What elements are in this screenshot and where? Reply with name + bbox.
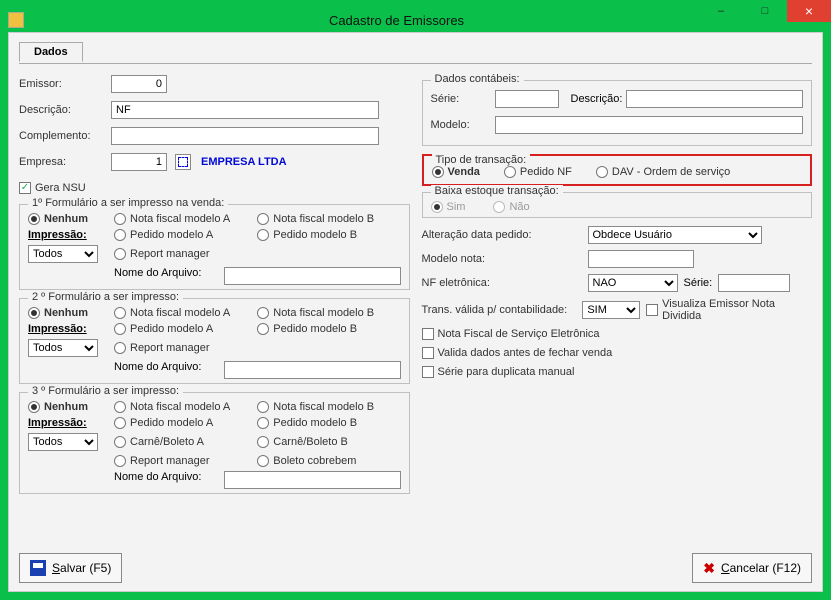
modelo-label: Modelo:: [431, 119, 491, 131]
fs3-pa[interactable]: Pedido modelo A: [114, 417, 250, 429]
fs1-rm[interactable]: Report manager: [114, 248, 250, 260]
nfe-label: NF eletrônica:: [422, 277, 582, 289]
descricao-input[interactable]: [111, 101, 379, 119]
fs3-rm[interactable]: Report manager: [114, 455, 250, 467]
fs3-ca[interactable]: Carnê/Boleto A: [114, 436, 250, 448]
fs2-pb[interactable]: Pedido modelo B: [257, 323, 393, 335]
fs2-impressao-label: Impressão:: [28, 323, 114, 335]
baixa-nao: Não: [493, 201, 529, 213]
complemento-label: Complemento:: [19, 130, 107, 142]
modelo-nota-input[interactable]: [588, 250, 694, 268]
descricao-label: Descrição:: [19, 104, 107, 116]
fs1-nfa[interactable]: Nota fiscal modelo A: [114, 213, 250, 225]
fs3-impressao-label: Impressão:: [28, 417, 114, 429]
visualiza-emissor-checkbox[interactable]: Visualiza Emissor Nota Dividida: [646, 298, 812, 322]
fs3-impressao-select[interactable]: Todos: [28, 433, 98, 451]
fs1-nfb[interactable]: Nota fiscal modelo B: [257, 213, 393, 225]
maximize-button[interactable]: □: [743, 0, 787, 22]
fs2-nenhum[interactable]: Nenhum: [28, 307, 114, 319]
nfs-eletronica-checkbox[interactable]: Nota Fiscal de Serviço Eletrônica: [422, 328, 600, 340]
minimize-button[interactable]: –: [699, 0, 743, 22]
tipo-dav[interactable]: DAV - Ordem de serviço: [596, 166, 730, 178]
empresa-label: Empresa:: [19, 156, 107, 168]
gera-nsu-checkbox[interactable]: Gera NSU: [19, 182, 86, 194]
fs2-rm[interactable]: Report manager: [114, 342, 250, 354]
fs3-bc[interactable]: Boleto cobrebem: [257, 455, 393, 467]
fs3-nfb[interactable]: Nota fiscal modelo B: [257, 401, 393, 413]
valida-dados-checkbox[interactable]: Valida dados antes de fechar venda: [422, 347, 613, 359]
formulario1-group: 1º Formulário a ser impresso na venda: N…: [19, 204, 410, 290]
close-button[interactable]: ×: [787, 0, 831, 22]
serie-label: Série:: [431, 93, 491, 105]
salvar-button[interactable]: Salvar (F5): [19, 553, 122, 583]
nfe-select[interactable]: NAO: [588, 274, 678, 292]
fs3-arquivo-label: Nome do Arquivo:: [114, 471, 214, 489]
fs1-impressao-label: Impressão:: [28, 229, 114, 241]
tipo-pedido-nf[interactable]: Pedido NF: [504, 166, 572, 178]
fs2-arquivo-input[interactable]: [224, 361, 401, 379]
tipo-venda[interactable]: Venda: [432, 166, 480, 178]
fs3-nfa[interactable]: Nota fiscal modelo A: [114, 401, 250, 413]
serie-duplicata-checkbox[interactable]: Série para duplicata manual: [422, 366, 575, 378]
trans-label: Trans. válida p/ contabilidade:: [422, 304, 577, 316]
fs3-nenhum[interactable]: Nenhum: [28, 401, 114, 413]
tab-dados[interactable]: Dados: [19, 42, 83, 62]
modelo-nota-label: Modelo nota:: [422, 253, 582, 265]
tipo-transacao-highlight: Tipo de transação: Venda Pedido NF DAV -…: [422, 154, 813, 186]
desc-contab-input[interactable]: [626, 90, 803, 108]
emissor-input[interactable]: [111, 75, 167, 93]
modelo-input[interactable]: [495, 116, 804, 134]
serie-input[interactable]: [495, 90, 559, 108]
baixa-sim: Sim: [431, 201, 466, 213]
fs2-arquivo-label: Nome do Arquivo:: [114, 361, 214, 379]
trans-select[interactable]: SIM: [582, 301, 640, 319]
fs1-arquivo-label: Nome do Arquivo:: [114, 267, 214, 285]
fs1-impressao-select[interactable]: Todos: [28, 245, 98, 263]
fs3-arquivo-input[interactable]: [224, 471, 401, 489]
formulario3-group: 3 º Formulário a ser impresso: Nenhum No…: [19, 392, 410, 494]
dados-contabeis-group: Dados contábeis: Série: Descrição: Model…: [422, 80, 813, 146]
serie2-input[interactable]: [718, 274, 790, 292]
fs2-nfb[interactable]: Nota fiscal modelo B: [257, 307, 393, 319]
alt-data-label: Alteração data pedido:: [422, 229, 582, 241]
formulario2-group: 2 º Formulário a ser impresso: Nenhum No…: [19, 298, 410, 384]
alt-data-select[interactable]: Obdece Usuário: [588, 226, 762, 244]
fs2-pa[interactable]: Pedido modelo A: [114, 323, 250, 335]
fs1-pb[interactable]: Pedido modelo B: [257, 229, 393, 241]
fs3-pb[interactable]: Pedido modelo B: [257, 417, 393, 429]
fs3-cb[interactable]: Carnê/Boleto B: [257, 436, 393, 448]
empresa-input[interactable]: [111, 153, 167, 171]
fs2-nfa[interactable]: Nota fiscal modelo A: [114, 307, 250, 319]
serie2-label: Série:: [684, 277, 713, 289]
complemento-input[interactable]: [111, 127, 379, 145]
cancel-icon: ✖: [703, 560, 715, 577]
fs1-nenhum[interactable]: Nenhum: [28, 213, 114, 225]
empresa-name: EMPRESA LTDA: [201, 156, 287, 168]
cancelar-button[interactable]: ✖ Cancelar (F12): [692, 553, 812, 583]
fs2-impressao-select[interactable]: Todos: [28, 339, 98, 357]
emissor-label: Emissor:: [19, 78, 107, 90]
save-icon: [30, 560, 46, 576]
empresa-lookup-button[interactable]: [175, 154, 191, 170]
app-icon: [8, 12, 24, 28]
fs1-pa[interactable]: Pedido modelo A: [114, 229, 250, 241]
baixa-estoque-group: Baixa estoque transação: Sim Não: [422, 192, 813, 218]
fs1-arquivo-input[interactable]: [224, 267, 401, 285]
desc-contab-label: Descrição:: [571, 93, 623, 105]
